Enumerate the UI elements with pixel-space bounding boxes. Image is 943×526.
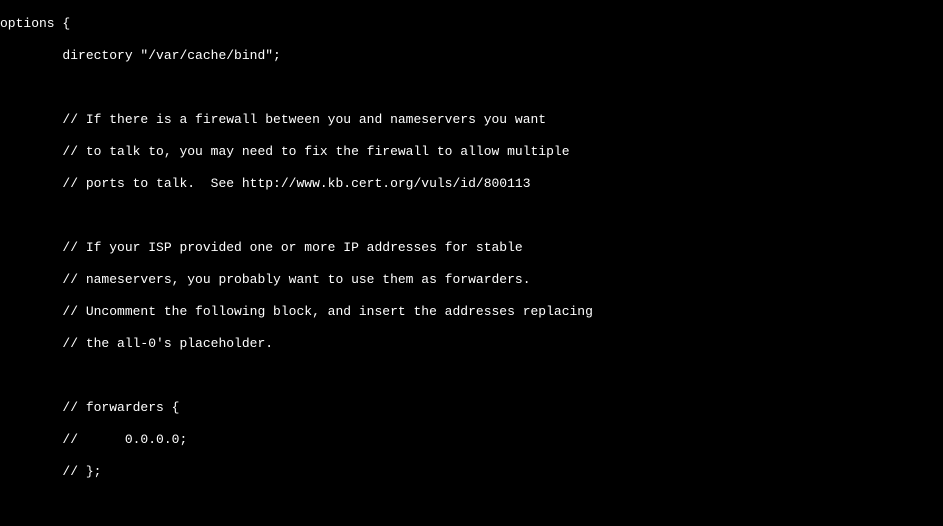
line-text: // forwarders {	[62, 400, 179, 415]
blank-line	[0, 208, 943, 224]
line-text: // If your ISP provided one or more IP a…	[62, 240, 522, 255]
config-line: directory "/var/cache/bind";	[0, 48, 943, 64]
comment-line: // to talk to, you may need to fix the f…	[0, 144, 943, 160]
comment-line: // the all-0's placeholder.	[0, 336, 943, 352]
config-line: options {	[0, 16, 943, 32]
line-text: directory "/var/cache/bind";	[62, 48, 280, 63]
comment-line: // Uncomment the following block, and in…	[0, 304, 943, 320]
blank-line	[0, 368, 943, 384]
comment-line: // If there is a firewall between you an…	[0, 112, 943, 128]
line-text: // 0.0.0.0;	[62, 432, 187, 447]
line-text: // the all-0's placeholder.	[62, 336, 273, 351]
line-text: // nameservers, you probably want to use…	[62, 272, 530, 287]
comment-line: // forwarders {	[0, 400, 943, 416]
line-text: // Uncomment the following block, and in…	[62, 304, 593, 319]
comment-line: // nameservers, you probably want to use…	[0, 272, 943, 288]
comment-line: // If your ISP provided one or more IP a…	[0, 240, 943, 256]
comment-line: // 0.0.0.0;	[0, 432, 943, 448]
line-text: options {	[0, 16, 70, 31]
line-text: // ports to talk. See http://www.kb.cert…	[62, 176, 530, 191]
line-text: // to talk to, you may need to fix the f…	[62, 144, 569, 159]
blank-line	[0, 496, 943, 512]
blank-line	[0, 80, 943, 96]
line-text: // If there is a firewall between you an…	[62, 112, 546, 127]
comment-line: // };	[0, 464, 943, 480]
terminal-editor[interactable]: options { directory "/var/cache/bind"; /…	[0, 0, 943, 526]
line-text: // };	[62, 464, 101, 479]
comment-line: // ports to talk. See http://www.kb.cert…	[0, 176, 943, 192]
